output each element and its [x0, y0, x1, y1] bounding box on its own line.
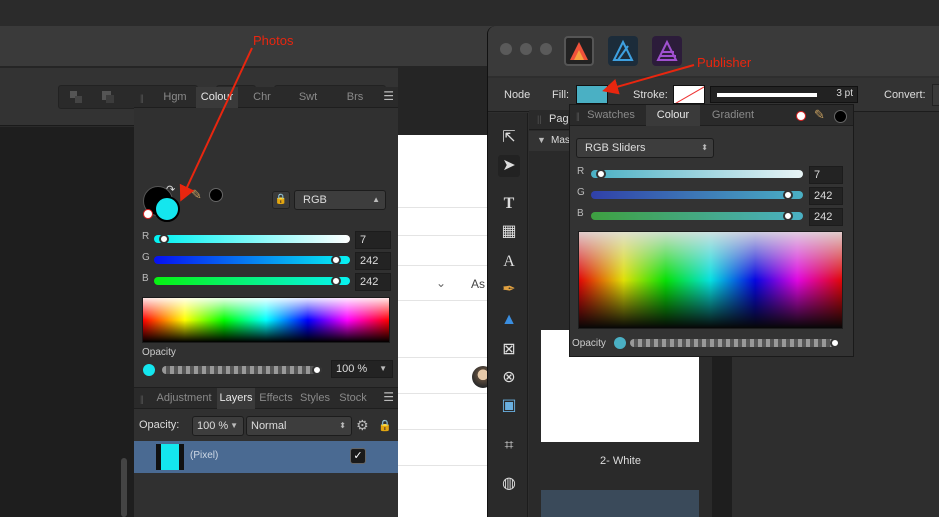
arrow-photos — [179, 47, 253, 202]
annotation-arrows — [179, 47, 695, 202]
arrow-publisher — [602, 64, 695, 95]
